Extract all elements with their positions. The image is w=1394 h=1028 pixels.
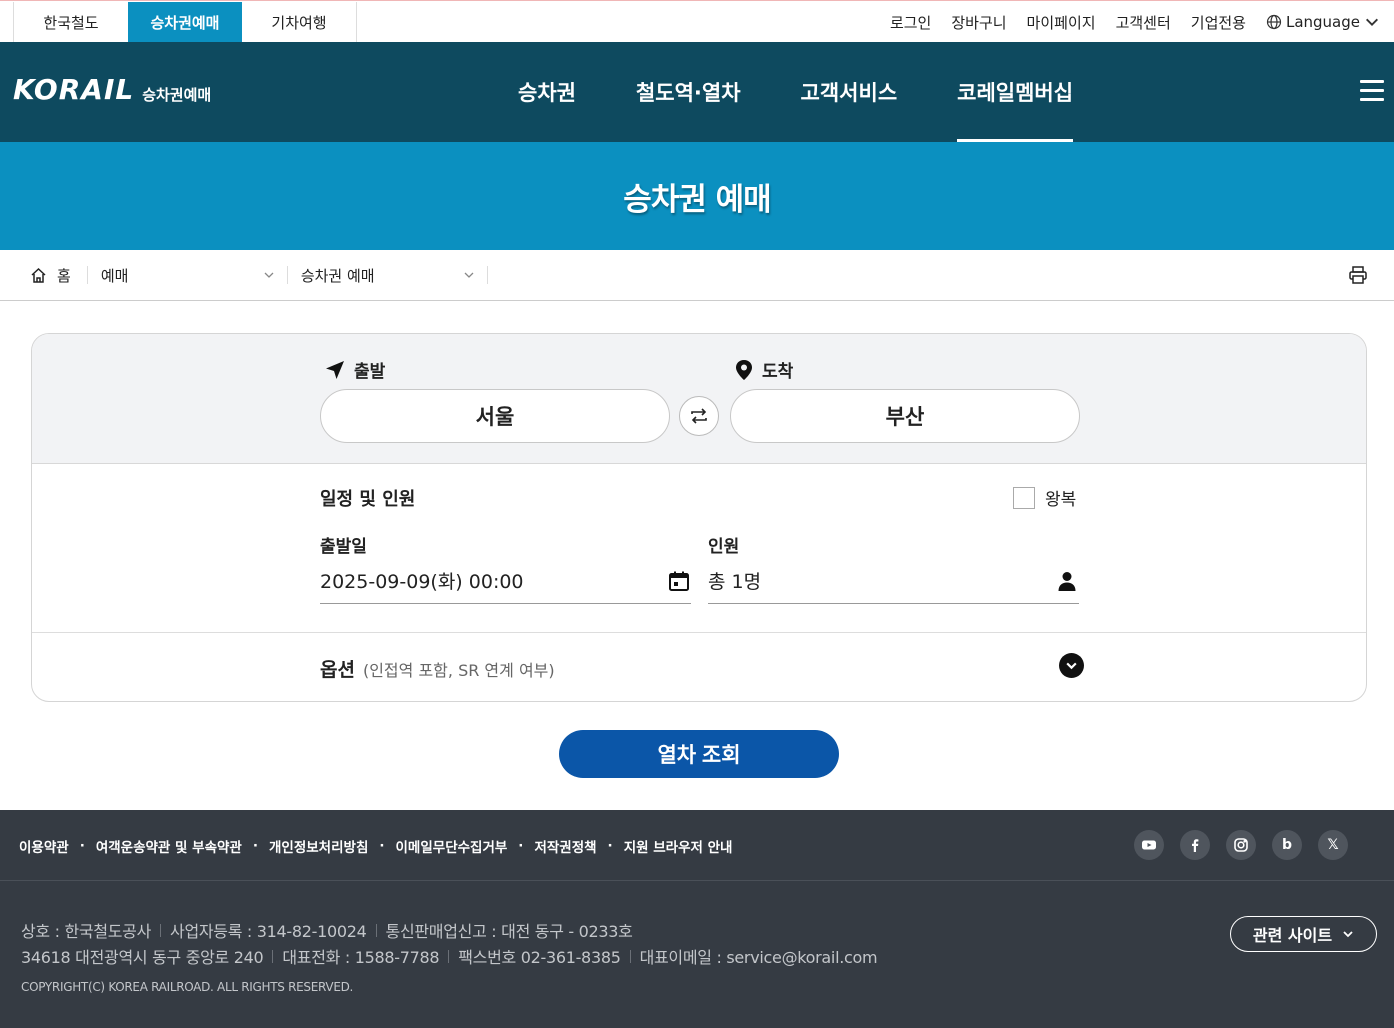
logo-wordmark: KORAIL xyxy=(13,73,135,106)
tab-ticket-booking[interactable]: 승차권예매 xyxy=(128,2,242,43)
blog-icon[interactable]: b xyxy=(1272,830,1302,860)
footer-links: 이용약관 · 여객운송약관 및 부속약관 · 개인정보처리방침 · 이메일무단수… xyxy=(19,836,733,856)
company-email: 대표이메일 : service@korail.com xyxy=(639,948,878,967)
menu-icon[interactable] xyxy=(1360,80,1384,102)
youtube-icon[interactable] xyxy=(1134,830,1164,860)
corporate-link[interactable]: 기업전용 xyxy=(1191,12,1246,33)
checkbox-box[interactable] xyxy=(1013,486,1035,509)
language-label: Language xyxy=(1285,13,1360,31)
options-expand-button[interactable] xyxy=(1059,653,1084,678)
schedule-section-title: 일정 및 인원 xyxy=(320,489,416,510)
chevron-down-icon xyxy=(1366,18,1378,26)
nav-item-stations-trains[interactable]: 철도역·열차 xyxy=(636,42,741,142)
globe-icon xyxy=(1266,14,1282,30)
breadcrumb: 홈 예매 승차권 예매 xyxy=(0,250,1394,301)
company-info-line1: 상호 : 한국철도공사 사업자등록 : 314-82-10024 통신판매업신고… xyxy=(21,918,633,942)
ticket-search-card: 출발 도착 서울 부산 일정 및 인원 왕복 출발일 2025-09-09(화)… xyxy=(31,333,1367,702)
departure-date-value: 2025-09-09(화) 00:00 xyxy=(320,571,524,593)
nav-item-customer-service[interactable]: 고객서비스 xyxy=(801,42,898,142)
company-fax: 팩스번호 02-361-8385 xyxy=(458,948,621,967)
chevron-down-icon xyxy=(264,272,274,278)
footer: 이용약관 · 여객운송약관 및 부속약관 · 개인정보처리방침 · 이메일무단수… xyxy=(0,810,1394,1028)
chevron-down-icon xyxy=(1066,662,1077,670)
tab-korail[interactable]: 한국철도 xyxy=(14,2,128,43)
site-tabs: 한국철도 승차권예매 기차여행 xyxy=(13,2,357,43)
chevron-down-icon xyxy=(1343,931,1353,938)
mail-order-registration: 통신판매업신고 : 대전 동구 - 0233호 xyxy=(385,922,633,941)
date-label: 출발일 xyxy=(320,537,367,557)
login-link[interactable]: 로그인 xyxy=(890,12,931,33)
chevron-down-icon xyxy=(464,272,474,278)
search-trains-button[interactable]: 열차 조회 xyxy=(559,730,839,778)
footer-link-copyright-policy[interactable]: 저작권정책 xyxy=(534,836,596,856)
social-links: b 𝕏 xyxy=(1134,830,1348,860)
departure-date-field[interactable]: 2025-09-09(화) 00:00 xyxy=(320,558,691,604)
page-title: 승차권 예매 xyxy=(623,181,771,218)
options-toggle-row[interactable]: 옵션 (인접역 포함, SR 연계 여부) xyxy=(320,655,555,682)
utility-links: 로그인 장바구니 마이페이지 고객센터 기업전용 Language xyxy=(890,1,1380,43)
passenger-count-value: 총 1명 xyxy=(708,571,762,593)
korail-logo[interactable]: KORAIL 승차권예매 xyxy=(13,74,211,106)
breadcrumb-home-label: 홈 xyxy=(57,266,71,285)
tab-train-travel[interactable]: 기차여행 xyxy=(242,2,356,43)
nav-item-tickets[interactable]: 승차권 xyxy=(518,42,576,142)
swap-arrows-icon xyxy=(691,408,707,424)
nav-item-membership[interactable]: 코레일멤버십 xyxy=(957,42,1073,142)
arrival-station-button[interactable]: 부산 xyxy=(730,389,1080,443)
breadcrumb-home[interactable]: 홈 xyxy=(0,266,88,285)
person-icon xyxy=(1058,571,1076,591)
footer-link-browser-support[interactable]: 지원 브라우저 안내 xyxy=(624,836,733,856)
instagram-icon[interactable] xyxy=(1226,830,1256,860)
roundtrip-label: 왕복 xyxy=(1045,490,1077,510)
company-address: 34618 대전광역시 동구 중앙로 240 xyxy=(21,948,264,967)
departure-station-button[interactable]: 서울 xyxy=(320,389,670,443)
calendar-icon xyxy=(669,571,689,591)
related-sites-label: 관련 사이트 xyxy=(1252,926,1333,945)
map-pin-icon xyxy=(736,359,752,380)
passenger-count-field[interactable]: 총 1명 xyxy=(708,558,1079,604)
roundtrip-checkbox[interactable]: 왕복 xyxy=(1013,485,1076,510)
title-banner: 승차권 예매 xyxy=(0,142,1394,250)
passenger-label: 인원 xyxy=(708,537,740,557)
options-hint: (인접역 포함, SR 연계 여부) xyxy=(362,661,555,680)
home-icon xyxy=(31,267,46,283)
breadcrumb-level2-label: 승차권 예매 xyxy=(300,266,375,285)
x-twitter-icon[interactable]: 𝕏 xyxy=(1318,830,1348,860)
mypage-link[interactable]: 마이페이지 xyxy=(1027,12,1096,33)
print-icon[interactable] xyxy=(1348,265,1368,285)
related-sites-button[interactable]: 관련 사이트 xyxy=(1230,916,1377,952)
arrival-label-group: 도착 xyxy=(734,357,793,382)
support-link[interactable]: 고객센터 xyxy=(1116,12,1171,33)
departure-label: 출발 xyxy=(354,362,386,382)
breadcrumb-level1-select[interactable]: 예매 xyxy=(88,266,288,285)
business-registration: 사업자등록 : 314-82-10024 xyxy=(170,922,367,941)
breadcrumb-level1-label: 예매 xyxy=(100,266,129,285)
swap-stations-button[interactable] xyxy=(679,396,719,436)
company-info-line2: 34618 대전광역시 동구 중앙로 240 대표전화 : 1588-7788 … xyxy=(21,944,878,968)
company-name: 상호 : 한국철도공사 xyxy=(21,922,152,941)
footer-link-terms[interactable]: 이용약관 xyxy=(19,836,69,856)
departure-label-group: 출발 xyxy=(324,357,385,382)
footer-divider xyxy=(0,880,1394,881)
route-section: 출발 도착 서울 부산 xyxy=(32,334,1366,464)
cart-link[interactable]: 장바구니 xyxy=(951,12,1006,33)
copyright-text: COPYRIGHT(C) KOREA RAILROAD. ALL RIGHTS … xyxy=(21,980,354,994)
company-phone: 대표전화 : 1588-7788 xyxy=(282,948,440,967)
footer-link-email-refusal[interactable]: 이메일무단수집거부 xyxy=(396,836,508,856)
nav-menu: 승차권 철도역·열차 고객서비스 코레일멤버십 xyxy=(518,42,1133,142)
card-divider xyxy=(32,632,1366,633)
facebook-icon[interactable] xyxy=(1180,830,1210,860)
footer-link-privacy[interactable]: 개인정보처리방침 xyxy=(269,836,368,856)
logo-subtitle: 승차권예매 xyxy=(142,86,212,104)
breadcrumb-level2-select[interactable]: 승차권 예매 xyxy=(288,266,488,285)
navigation-arrow-icon xyxy=(326,360,344,379)
options-label: 옵션 xyxy=(320,659,355,681)
utility-bar: 한국철도 승차권예매 기차여행 로그인 장바구니 마이페이지 고객센터 기업전용… xyxy=(0,0,1394,43)
language-selector[interactable]: Language xyxy=(1266,13,1380,31)
main-nav: KORAIL 승차권예매 승차권 철도역·열차 고객서비스 코레일멤버십 xyxy=(0,42,1394,142)
arrival-label: 도착 xyxy=(762,362,794,382)
footer-link-transport-terms[interactable]: 여객운송약관 및 부속약관 xyxy=(96,836,242,856)
